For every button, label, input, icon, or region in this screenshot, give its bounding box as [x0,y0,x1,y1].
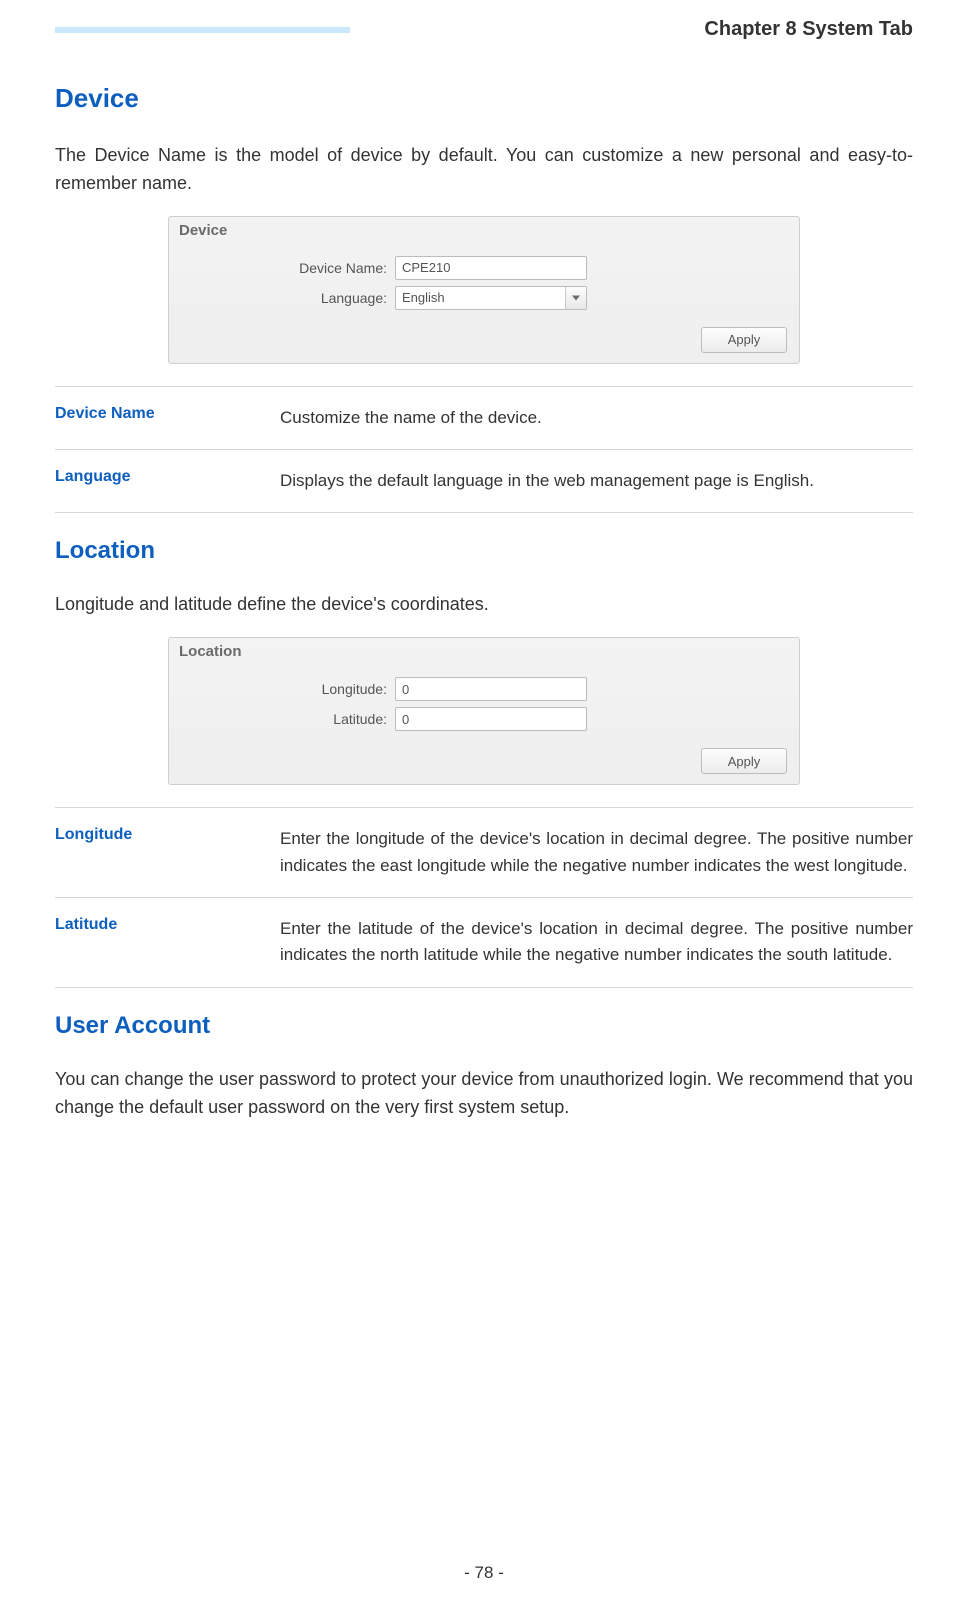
language-label: Language: [179,290,395,306]
latitude-label: Latitude: [179,711,395,727]
header-accent-rule [55,27,350,33]
longitude-term: Longitude [55,808,280,898]
table-row: Device Name Customize the name of the de… [55,386,913,449]
page-number: - 78 - [0,1563,968,1583]
longitude-label: Longitude: [179,681,395,697]
device-heading: Device [55,83,913,114]
chevron-down-icon [572,295,580,300]
table-row: Language Displays the default language i… [55,450,913,513]
chapter-label: Chapter 8 System Tab [704,18,913,41]
language-term: Language [55,450,280,513]
location-panel-title: Location [169,638,799,674]
location-panel: Location Longitude: 0 Latitude: 0 Apply [168,637,800,785]
device-name-term: Device Name [55,386,280,449]
device-name-value: CPE210 [402,260,450,275]
latitude-term: Latitude [55,898,280,988]
latitude-input[interactable]: 0 [395,707,587,731]
language-desc: Displays the default language in the web… [280,450,913,513]
location-intro: Longitude and latitude define the device… [55,591,913,619]
table-row: Longitude Enter the longitude of the dev… [55,808,913,898]
table-row: Latitude Enter the latitude of the devic… [55,898,913,988]
device-name-label: Device Name: [179,260,395,276]
device-name-desc: Customize the name of the device. [280,386,913,449]
longitude-value: 0 [402,682,409,697]
page-header: Chapter 8 System Tab [55,0,913,41]
device-panel-title: Device [169,217,799,253]
latitude-value: 0 [402,712,409,727]
device-intro: The Device Name is the model of device b… [55,142,913,198]
user-account-heading: User Account [55,1012,913,1040]
device-apply-button[interactable]: Apply [701,327,787,353]
device-definition-table: Device Name Customize the name of the de… [55,386,913,514]
language-value: English [402,290,445,305]
location-heading: Location [55,537,913,565]
longitude-input[interactable]: 0 [395,677,587,701]
user-account-intro: You can change the user password to prot… [55,1066,913,1122]
longitude-desc: Enter the longitude of the device's loca… [280,808,913,898]
location-apply-button[interactable]: Apply [701,748,787,774]
language-select[interactable]: English [395,286,587,310]
location-definition-table: Longitude Enter the longitude of the dev… [55,807,913,987]
device-panel: Device Device Name: CPE210 Language: Eng… [168,216,800,364]
latitude-desc: Enter the latitude of the device's locat… [280,898,913,988]
device-name-input[interactable]: CPE210 [395,256,587,280]
